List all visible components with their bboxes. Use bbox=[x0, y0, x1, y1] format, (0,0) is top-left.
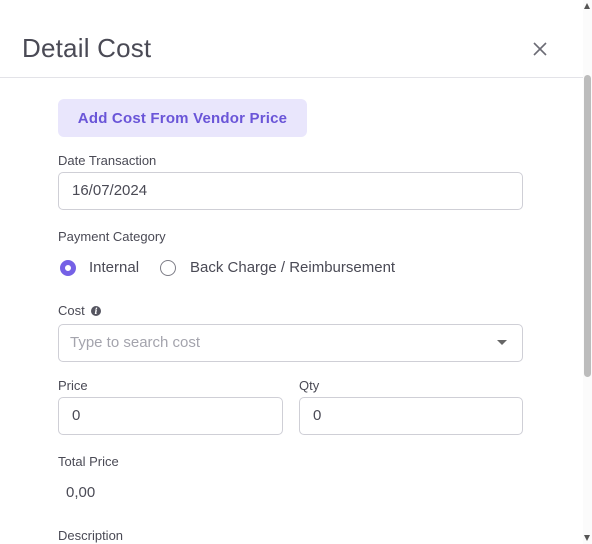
qty-input[interactable]: 0 bbox=[299, 397, 523, 435]
info-icon: i bbox=[91, 306, 101, 316]
scroll-thumb[interactable] bbox=[584, 75, 591, 377]
scrollbar[interactable] bbox=[583, 0, 592, 544]
qty-label: Qty bbox=[299, 378, 320, 393]
modal-title: Detail Cost bbox=[22, 33, 152, 63]
scroll-up-arrow-icon[interactable] bbox=[584, 3, 590, 9]
date-transaction-label: Date Transaction bbox=[58, 153, 157, 168]
chevron-down-icon[interactable] bbox=[497, 340, 507, 345]
date-transaction-input[interactable]: 16/07/2024 bbox=[58, 172, 523, 210]
cost-search-input[interactable]: Type to search cost bbox=[58, 324, 523, 362]
description-label: Description bbox=[58, 528, 124, 543]
total-price-value: 0,00 bbox=[66, 484, 96, 501]
price-input[interactable]: 0 bbox=[58, 397, 283, 435]
price-label: Price bbox=[58, 378, 88, 393]
radio-internal-label[interactable]: Internal bbox=[89, 259, 139, 276]
radio-back-charge-label[interactable]: Back Charge / Reimbursement bbox=[190, 259, 395, 276]
close-icon[interactable] bbox=[530, 39, 550, 59]
modal-header: Detail Cost bbox=[0, 0, 583, 78]
add-cost-from-vendor-price-button[interactable]: Add Cost From Vendor Price bbox=[58, 99, 307, 137]
cost-label: Cost bbox=[58, 303, 85, 318]
payment-category-label: Payment Category bbox=[58, 229, 166, 244]
radio-internal[interactable] bbox=[60, 260, 76, 276]
radio-back-charge[interactable] bbox=[160, 260, 176, 276]
total-price-label: Total Price bbox=[58, 454, 119, 469]
scroll-down-arrow-icon[interactable] bbox=[584, 535, 590, 541]
